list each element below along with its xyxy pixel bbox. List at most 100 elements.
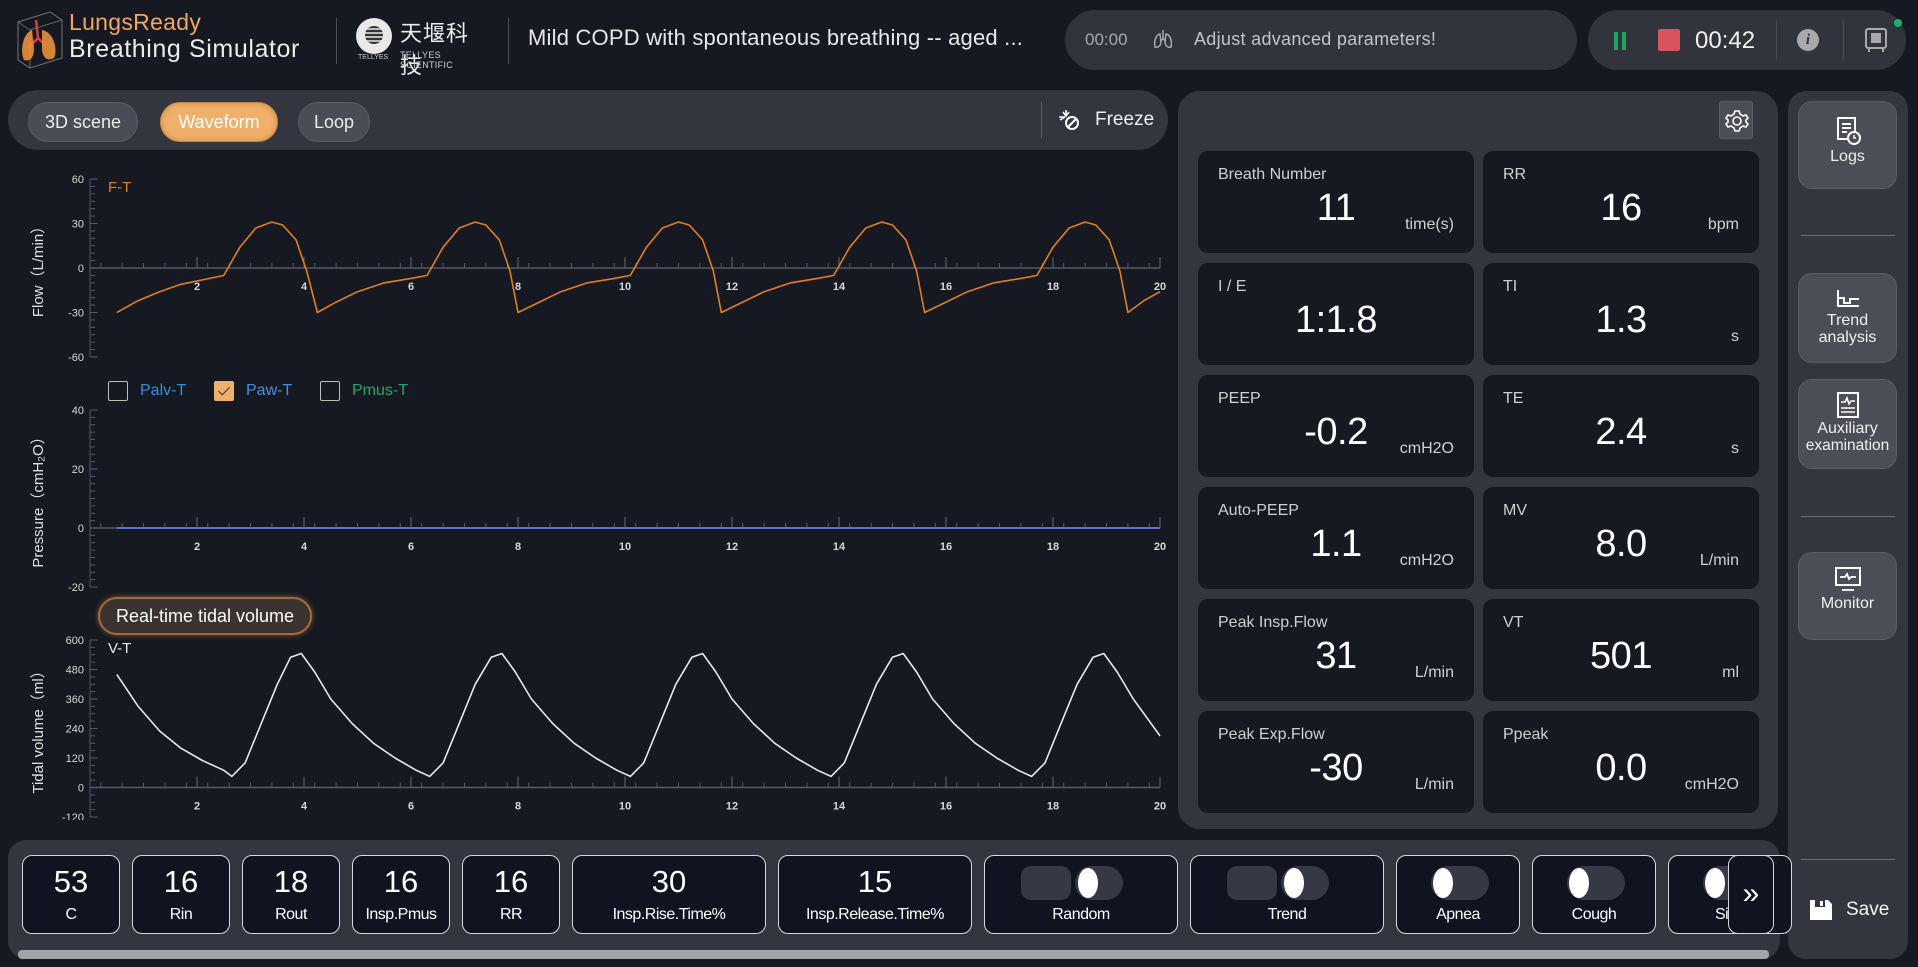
toggle-random[interactable]: Random (984, 855, 1178, 934)
palv-checkbox[interactable] (108, 381, 128, 401)
toggle-knob[interactable] (1569, 868, 1589, 898)
brand: LungsReady Breathing Simulator (69, 9, 300, 63)
toggle-knob[interactable] (1078, 868, 1098, 898)
pmus-checkbox[interactable] (320, 381, 340, 401)
more-parameters-button[interactable]: » (1728, 855, 1774, 934)
parameter-insp-pmus[interactable]: 16 Insp.Pmus (352, 855, 450, 934)
metric-card: I / E 1:1.8 (1198, 263, 1474, 365)
parameter-rout[interactable]: 18 Rout (242, 855, 340, 934)
device-icon[interactable] (1864, 27, 1888, 53)
chart-title: V-T (108, 640, 131, 657)
pause-icon (1622, 32, 1626, 50)
x-tick-label: 20 (1154, 281, 1166, 293)
metric-unit: time(s) (1405, 216, 1454, 233)
metric-unit: bpm (1707, 216, 1739, 233)
parameter-name: Insp.Release.Time% (805, 906, 945, 923)
metric-card: TI 1.3 s (1483, 263, 1759, 365)
parameter-value: 30 (651, 864, 687, 899)
y-tick-label: -20 (68, 582, 84, 594)
scenario-title[interactable]: Mild COPD with spontaneous breathing -- … (528, 25, 1068, 51)
x-tick-label: 2 (194, 801, 200, 813)
toggle-knob[interactable] (1284, 868, 1304, 898)
metric-label: MV (1503, 502, 1527, 519)
y-tick-label: 600 (66, 635, 84, 647)
auxiliary-examination-icon (1836, 392, 1859, 418)
divider (1801, 859, 1895, 860)
y-tick-label: -60 (68, 352, 84, 364)
parameter-insp-rise-time[interactable]: 30 Insp.Rise.Time% (572, 855, 766, 934)
parameter-rin[interactable]: 16 Rin (132, 855, 230, 934)
tab-waveform[interactable]: Waveform (160, 102, 278, 142)
auxiliary-examination-button[interactable]: Auxiliary examination (1798, 379, 1897, 469)
monitor-button[interactable]: Monitor (1798, 552, 1897, 640)
x-tick-label: 16 (940, 281, 952, 293)
toggle-apnea[interactable]: Apnea (1396, 855, 1520, 934)
metrics-settings-button[interactable] (1719, 101, 1753, 139)
x-tick-label: 16 (940, 801, 952, 813)
chart-2: 600 480 360 240 120 0 -120 2 4 6 8 10 12 14 16 18 20 Tida… (30, 635, 1166, 820)
tab-loop[interactable]: Loop (298, 102, 370, 142)
tab-3d-scene[interactable]: 3D scene (28, 102, 138, 142)
x-tick-label: 12 (726, 541, 738, 553)
metrics-panel: Breath Number 11 time(s) RR 16 bpm I / E 1:1.8 T… (1178, 91, 1778, 829)
monitor-icon (1834, 567, 1861, 591)
toggle-knob[interactable] (1433, 868, 1453, 898)
metric-card: VT 501 ml (1483, 599, 1759, 701)
info-button[interactable]: i (1797, 29, 1819, 51)
metric-card: MV 8.0 L/min (1483, 487, 1759, 589)
metric-label: PEEP (1218, 390, 1261, 407)
session-controls: 00:42 i (1588, 10, 1906, 70)
view-tabs-bar: 3D scene Waveform Loop Freeze (8, 90, 1168, 150)
y-axis-label: Pressure（cmH₂O） (30, 429, 47, 567)
online-status-dot (1894, 19, 1902, 27)
auxiliary-label-2: examination (1805, 437, 1890, 454)
toggle-cough[interactable]: Cough (1532, 855, 1656, 934)
x-tick-label: 8 (515, 281, 521, 293)
divider (1843, 20, 1844, 60)
chart-title: F-T (108, 179, 131, 196)
x-tick-label: 8 (515, 541, 521, 553)
save-button[interactable]: Save (1808, 897, 1898, 927)
toggle-knob[interactable] (1705, 868, 1725, 898)
parameter-rr[interactable]: 16 RR (462, 855, 560, 934)
x-tick-label: 2 (194, 281, 200, 293)
metric-label: Breath Number (1218, 166, 1327, 183)
parameter-name: RR (499, 906, 523, 923)
x-tick-label: 14 (833, 281, 846, 293)
metric-unit: ml (1722, 664, 1739, 681)
divider (1801, 516, 1895, 517)
metric-card: PEEP -0.2 cmH2O (1198, 375, 1474, 477)
logs-button[interactable]: Logs (1798, 101, 1897, 189)
pause-button[interactable] (1614, 32, 1628, 50)
parameter-name: Rin (169, 906, 193, 923)
real-time-tidal-volume-button[interactable]: Real-time tidal volume (98, 597, 312, 635)
palv-legend-label: Palv-T (140, 382, 187, 399)
trend-icon (1836, 290, 1859, 307)
trend-analysis-button[interactable]: Trend analysis (1798, 273, 1897, 363)
y-tick-label: -30 (68, 308, 84, 320)
stop-button[interactable] (1658, 29, 1680, 51)
x-tick-label: 14 (833, 541, 846, 553)
paw-checkbox[interactable] (214, 381, 234, 401)
chart-0: 60 30 0 -30 -60 2 4 6 8 10 12 14 16 18 20 Flow（L/min） F-… (30, 174, 1166, 364)
lungs-icon (1153, 30, 1173, 48)
lungs-logo-icon (17, 11, 63, 69)
toggle-slot (1227, 866, 1277, 900)
parameter-c[interactable]: 53 C (22, 855, 120, 934)
y-tick-label: 240 (66, 724, 84, 736)
horizontal-scrollbar[interactable] (18, 950, 1769, 959)
tellyes-emblem-icon (356, 18, 392, 54)
logs-label: Logs (1830, 148, 1865, 165)
parameter-value: 16 (493, 864, 529, 899)
metric-label: Peak Exp.Flow (1218, 726, 1325, 743)
x-tick-label: 18 (1047, 281, 1059, 293)
parameter-insp-release-time[interactable]: 15 Insp.Release.Time% (778, 855, 972, 934)
x-tick-label: 10 (619, 541, 631, 553)
toggle-trend[interactable]: Trend (1190, 855, 1384, 934)
x-tick-label: 16 (940, 541, 952, 553)
toggle-label: Apnea (1436, 906, 1480, 923)
metric-unit: cmH2O (1399, 440, 1454, 457)
freeze-label: Freeze (1095, 109, 1155, 130)
series-line-volume (116, 652, 1161, 778)
message-time: 00:00 (1085, 30, 1128, 49)
